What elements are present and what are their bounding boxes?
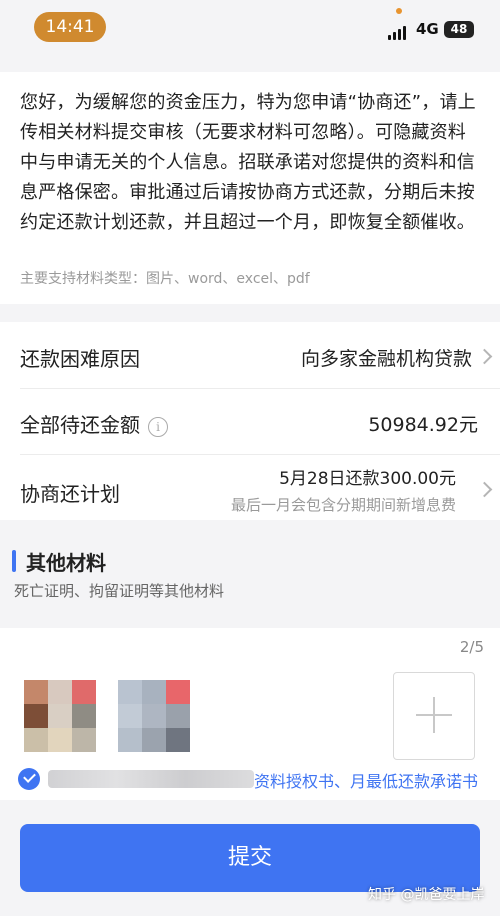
- chevron-right-icon: [476, 481, 493, 498]
- watermark: 知乎 @凯爸要上岸: [368, 887, 485, 903]
- chevron-right-icon: [476, 348, 493, 365]
- redacted-text: [48, 770, 254, 788]
- uploaded-image-thumb[interactable]: [118, 680, 190, 752]
- network-type: 4G: [416, 20, 439, 38]
- reason-value: 向多家金融机构贷款: [300, 348, 472, 370]
- reason-row[interactable]: 还款困难原因 向多家金融机构贷款: [20, 322, 500, 389]
- battery-icon: 48: [444, 21, 474, 38]
- signal-icon: [388, 24, 410, 40]
- notice-text: 您好，为缓解您的资金压力，特为您申请“协商还”，请上传相关材料提交审核（无要求材…: [20, 92, 476, 233]
- status-time: 14:41: [34, 12, 106, 42]
- agreement-links[interactable]: 资料授权书、月最低还款承诺书: [254, 768, 478, 792]
- negotiation-form: 还款困难原因 向多家金融机构贷款 全部待还金额 i 50984.92元 协商还计划…: [0, 322, 500, 520]
- uploaded-image-thumb[interactable]: [24, 680, 96, 752]
- section-desc: 死亡证明、拘留证明等其他材料: [14, 582, 225, 600]
- status-bar: 14:41 4G 48: [0, 0, 500, 56]
- plan-sub-text: 最后一月会包含分期期间新增息费: [230, 496, 456, 514]
- recording-indicator-icon: [396, 8, 402, 14]
- notice-card: 您好，为缓解您的资金压力，特为您申请“协商还”，请上传相关材料提交审核（无要求材…: [0, 72, 500, 304]
- plan-label: 协商还计划: [20, 482, 120, 506]
- plan-row[interactable]: 协商还计划 5月28日还款300.00元 最后一月会包含分期期间新增息费: [20, 454, 500, 520]
- agreement-row[interactable]: 资料授权书、月最低还款承诺书: [18, 764, 488, 794]
- plan-main-text: 5月28日还款300.00元: [279, 469, 456, 489]
- other-materials-section: 其他材料 死亡证明、拘留证明等其他材料: [0, 540, 500, 610]
- amount-row: 全部待还金额 i 50984.92元: [20, 388, 500, 455]
- upload-count: 2/5: [459, 638, 484, 656]
- section-title: 其他材料: [26, 551, 106, 575]
- info-icon[interactable]: i: [148, 416, 168, 437]
- submit-button[interactable]: 提交: [20, 824, 480, 892]
- add-image-button[interactable]: [393, 672, 475, 760]
- checkbox-checked-icon[interactable]: [18, 768, 40, 790]
- reason-label: 还款困难原因: [20, 347, 140, 371]
- supported-types-text: 主要支持材料类型：图片、word、excel、pdf: [20, 271, 310, 287]
- section-accent-bar: [12, 550, 16, 572]
- amount-value: 50984.92元: [368, 414, 478, 436]
- amount-label: 全部待还金额: [20, 413, 140, 437]
- amount-label-wrap: 全部待还金额 i: [20, 409, 168, 438]
